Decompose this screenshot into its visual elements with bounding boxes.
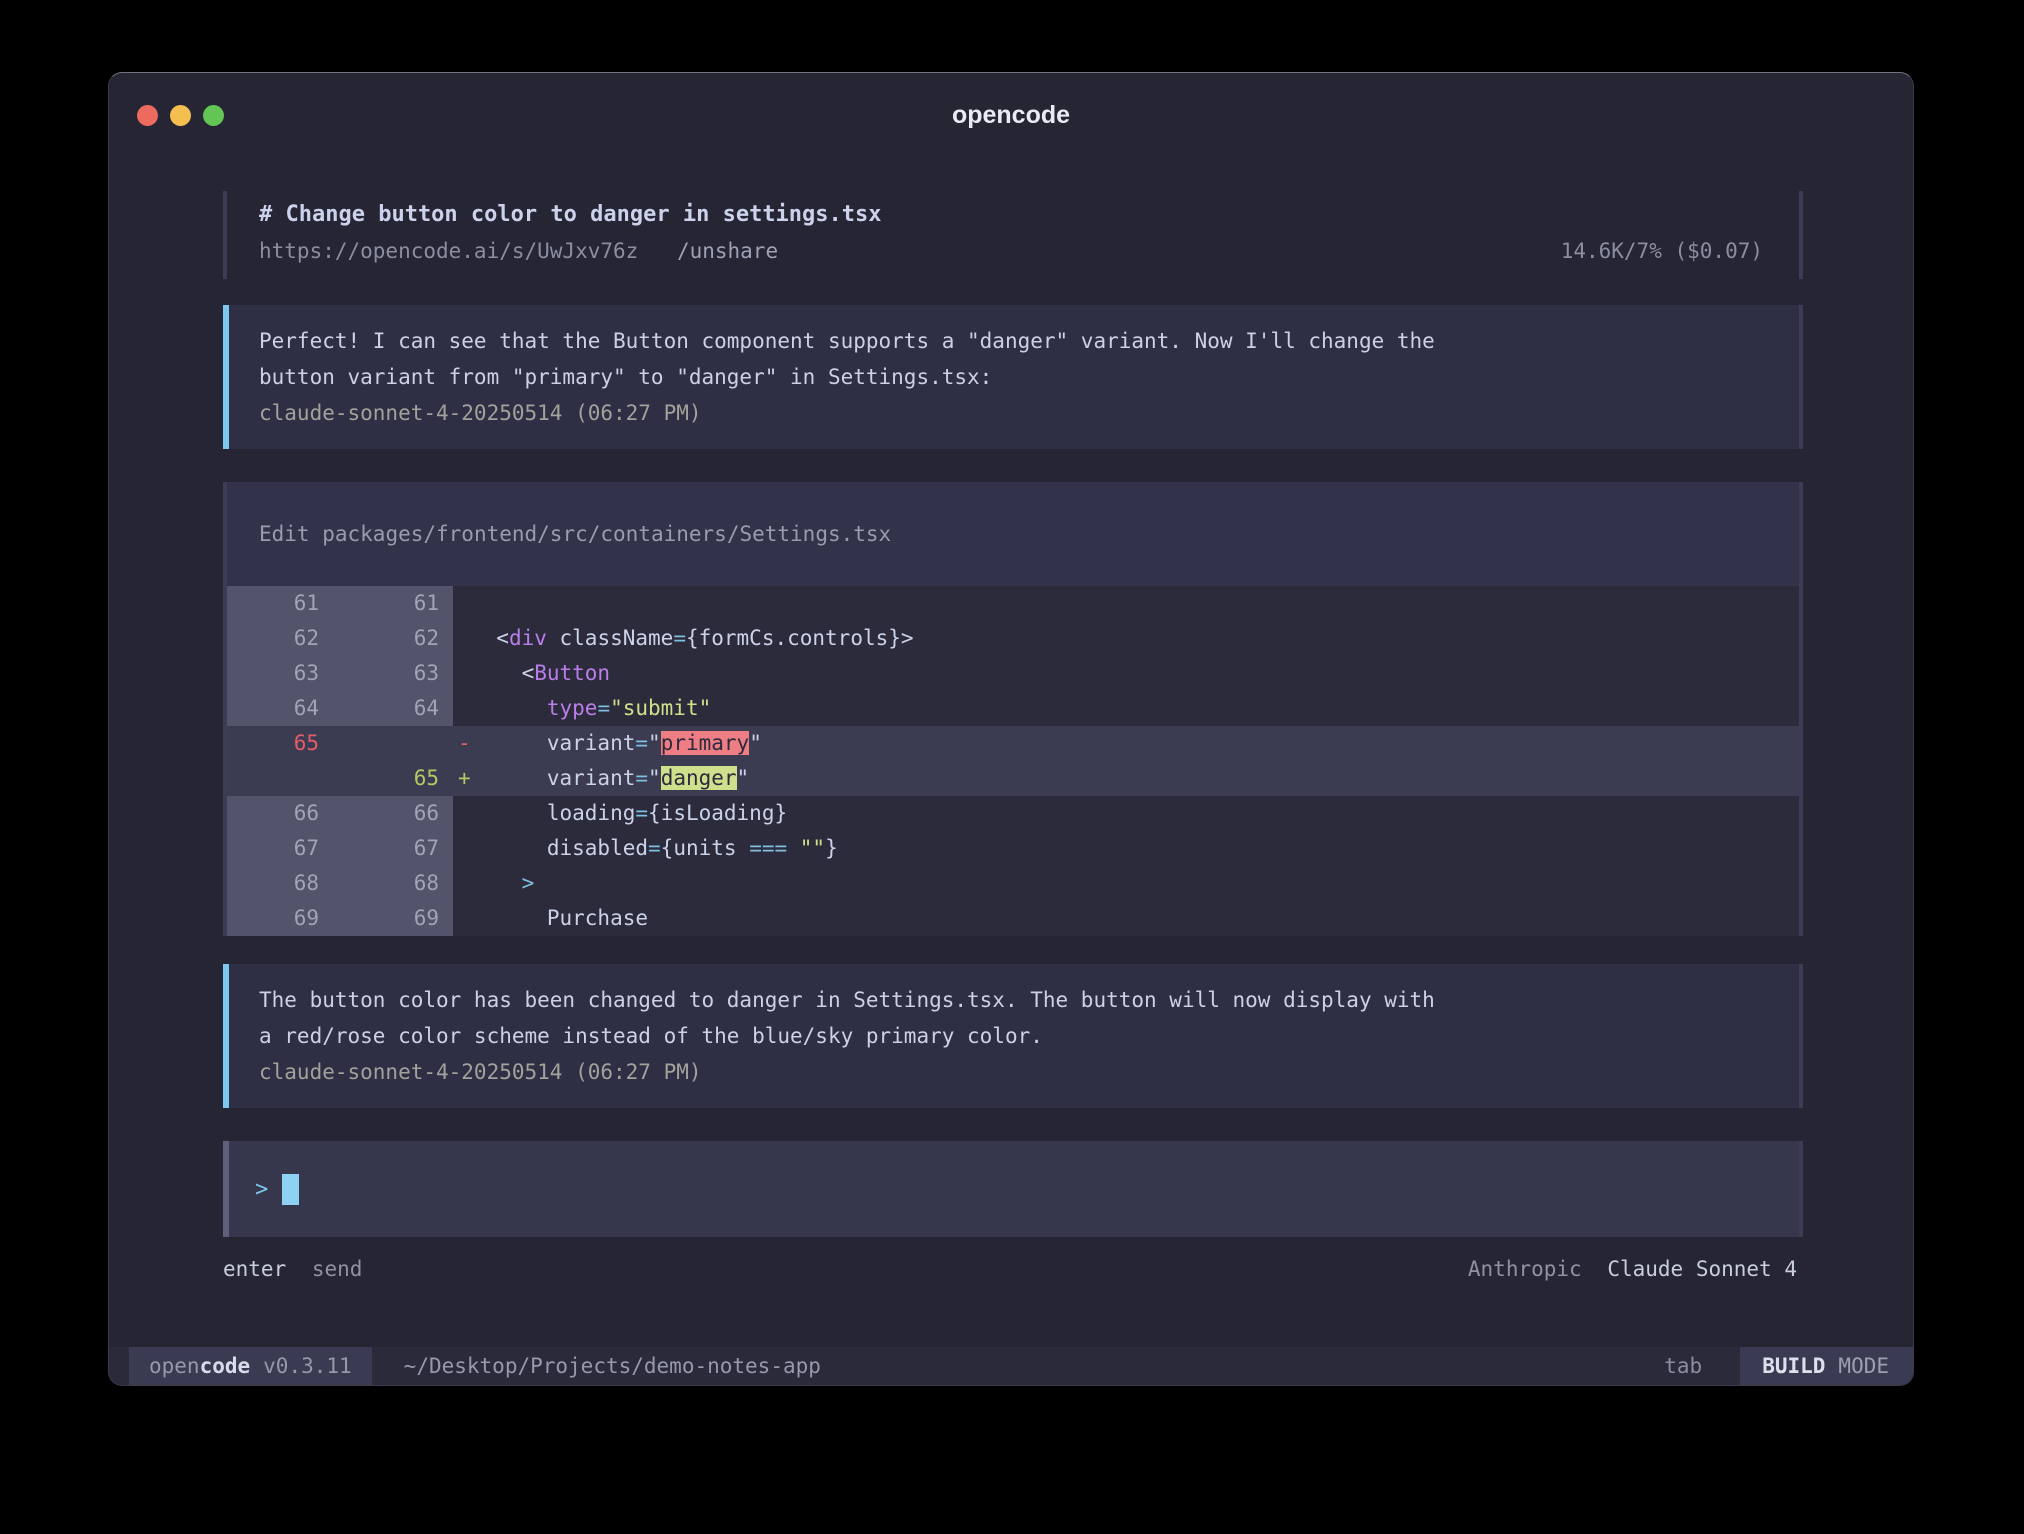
diff-marker <box>458 901 471 936</box>
diff-row: 6969 Purchase <box>223 901 1803 936</box>
diff-row: 6868 > <box>223 866 1803 901</box>
diff-line-number-new: 65 <box>329 761 453 796</box>
diff-code-line: + variant="danger" <box>453 761 1803 796</box>
diff-line-number-new: 67 <box>329 831 453 866</box>
session-header-border-right <box>1799 191 1803 279</box>
assistant-message-2: The button color has been changed to dan… <box>223 964 1803 1108</box>
diff-marker <box>458 866 471 901</box>
enter-key-hint: enter <box>223 1257 286 1281</box>
message-border-right <box>1799 305 1803 449</box>
diff-code-line: <div className={formCs.controls}> <box>453 621 1803 656</box>
tool-call-title: Edit packages/frontend/src/containers/Se… <box>223 482 1803 586</box>
context-usage: 14.6K/7% ($0.07) <box>1561 233 1763 269</box>
diff-code-line: disabled={units === ""} <box>453 831 1803 866</box>
diff-code-line <box>453 586 1803 621</box>
diff-line-number-old: 61 <box>223 586 329 621</box>
window-title: opencode <box>109 101 1913 130</box>
mode-label: BUILD <box>1762 1354 1825 1378</box>
diff-code-line: > <box>453 866 1803 901</box>
diff-row: 6262 <div className={formCs.controls}> <box>223 621 1803 656</box>
diff-line-number-old: 67 <box>223 831 329 866</box>
diff-marker <box>458 656 471 691</box>
prompt-icon: > <box>255 1177 268 1202</box>
status-bar: opencode v0.3.11 ~/Desktop/Projects/demo… <box>109 1347 1913 1385</box>
mode-badge[interactable]: BUILD MODE <box>1740 1347 1913 1385</box>
diff-line-number-new: 69 <box>329 901 453 936</box>
titlebar: opencode <box>109 73 1913 191</box>
mode-suffix: MODE <box>1838 1354 1889 1378</box>
app-name-bold: code <box>200 1354 251 1378</box>
diff-line-number-old: 64 <box>223 691 329 726</box>
diff-table: 6161 6262 <div className={formCs.control… <box>223 586 1803 936</box>
diff-marker <box>458 796 471 831</box>
diff-marker <box>458 586 471 621</box>
diff-row: 6767 disabled={units === ""} <box>223 831 1803 866</box>
message-meta: claude-sonnet-4-20250514 (06:27 PM) <box>259 395 1763 431</box>
provider-name: Anthropic <box>1468 1257 1582 1281</box>
working-directory: ~/Desktop/Projects/demo-notes-app <box>404 1354 821 1378</box>
diff-line-number-old: 63 <box>223 656 329 691</box>
model-name: Claude Sonnet 4 <box>1607 1257 1797 1281</box>
diff-line-number-new: 64 <box>329 691 453 726</box>
app-brand: opencode v0.3.11 <box>129 1347 372 1385</box>
diff-line-number-old: 68 <box>223 866 329 901</box>
tool-border-right <box>1799 482 1803 936</box>
opencode-window: opencode # Change button color to danger… <box>108 72 1914 1386</box>
diff-line-number-new: 62 <box>329 621 453 656</box>
unshare-command: /unshare <box>677 239 778 263</box>
send-action-label: send <box>312 1257 363 1281</box>
conversation-view: # Change button color to danger in setti… <box>223 191 1803 1291</box>
session-header: # Change button color to danger in setti… <box>223 191 1803 279</box>
diff-line-number-old <box>223 761 329 796</box>
edit-file-path: packages/frontend/src/containers/Setting… <box>322 522 891 546</box>
session-title: # Change button color to danger in setti… <box>259 197 1763 233</box>
tab-key-hint: tab <box>1664 1354 1702 1378</box>
app-version: v0.3.11 <box>263 1354 352 1378</box>
app-name: open <box>149 1354 200 1378</box>
diff-row: 65 - variant="primary" <box>223 726 1803 761</box>
diff-code-line: type="submit" <box>453 691 1803 726</box>
diff-line-number-old: 65 <box>223 726 329 761</box>
diff-code-line: - variant="primary" <box>453 726 1803 761</box>
tool-border-left <box>223 482 227 936</box>
diff-line-number-new: 63 <box>329 656 453 691</box>
diff-row: 6464 type="submit" <box>223 691 1803 726</box>
command-input[interactable]: > <box>223 1141 1803 1237</box>
message-meta: claude-sonnet-4-20250514 (06:27 PM) <box>259 1054 1763 1090</box>
diff-code-line: Purchase <box>453 901 1803 936</box>
diff-line-number-old: 69 <box>223 901 329 936</box>
diff-marker <box>458 691 471 726</box>
diff-row: 6363 <Button <box>223 656 1803 691</box>
share-url-link[interactable]: https://opencode.ai/s/UwJxv76z <box>259 239 638 263</box>
assistant-message-1: Perfect! I can see that the Button compo… <box>223 305 1803 449</box>
diff-marker: - <box>458 726 471 761</box>
session-header-border <box>223 191 227 279</box>
input-border-right <box>1799 1141 1803 1237</box>
diff-line-number-new: 68 <box>329 866 453 901</box>
diff-line-number-new: 66 <box>329 796 453 831</box>
text-cursor <box>282 1174 299 1205</box>
diff-code-line: <Button <box>453 656 1803 691</box>
diff-line-number-new <box>329 726 453 761</box>
diff-code-line: loading={isLoading} <box>453 796 1803 831</box>
message-border-right <box>1799 964 1803 1108</box>
model-info: Anthropic Claude Sonnet 4 <box>1468 1257 1797 1281</box>
diff-marker: + <box>458 761 471 796</box>
diff-row: 6666 loading={isLoading} <box>223 796 1803 831</box>
message-text: The button color has been changed to dan… <box>259 982 1763 1054</box>
diff-line-number-new: 61 <box>329 586 453 621</box>
diff-row: 65+ variant="danger" <box>223 761 1803 796</box>
edit-action-label: Edit <box>259 522 310 546</box>
tool-call-block: Edit packages/frontend/src/containers/Se… <box>223 482 1803 936</box>
message-text: Perfect! I can see that the Button compo… <box>259 323 1763 395</box>
diff-marker <box>458 621 471 656</box>
diff-line-number-old: 66 <box>223 796 329 831</box>
diff-row: 6161 <box>223 586 1803 621</box>
diff-marker <box>458 831 471 866</box>
hints-row: enter send Anthropic Claude Sonnet 4 <box>223 1257 1803 1291</box>
diff-line-number-old: 62 <box>223 621 329 656</box>
